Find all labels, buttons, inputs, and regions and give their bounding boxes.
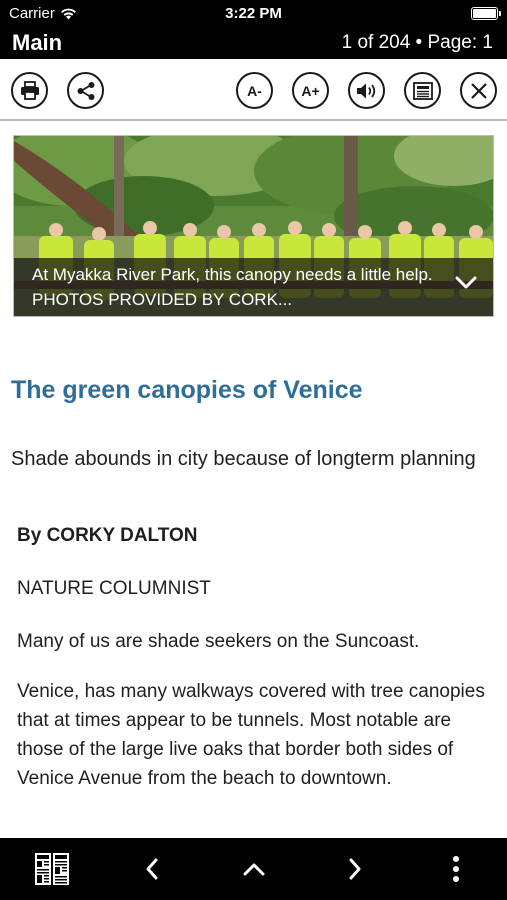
chevron-right-icon [349,858,361,880]
newspaper-pages-icon [35,853,69,885]
article-toolbar: A- A+ [0,59,507,121]
share-button[interactable] [67,72,104,109]
chevron-up-icon [243,863,265,876]
page-indicator: 1 of 204 • Page: 1 [341,32,493,53]
status-time: 3:22 PM [225,5,282,22]
article-subhead: Shade abounds in city because of longter… [11,448,476,470]
article-headline: The green canopies of Venice [11,376,363,404]
hero-photo[interactable]: At Myakka River Park, this canopy needs … [13,135,494,317]
nav-bar: Main 1 of 204 • Page: 1 [0,28,507,59]
share-icon [77,81,94,100]
speaker-icon [356,83,375,98]
bottom-navigation-bar [0,838,507,900]
chevron-left-icon [146,858,158,880]
chevron-down-icon[interactable] [455,276,477,290]
more-vertical-icon [453,856,459,882]
article-view-button[interactable] [404,72,441,109]
font-decrease-icon: A- [247,82,262,99]
article-byline: By CORKY DALTON [17,525,198,546]
pages-button[interactable] [33,851,71,887]
font-increase-icon: A+ [301,82,320,99]
close-icon [470,82,487,99]
caption-text: At Myakka River Park, this canopy needs … [32,265,433,309]
photo-caption[interactable]: At Myakka River Park, this canopy needs … [14,258,493,316]
article-paragraph: Venice, has many walkways covered with t… [17,681,485,789]
font-decrease-button[interactable]: A- [236,72,273,109]
font-increase-button[interactable]: A+ [292,72,329,109]
print-icon [20,81,39,100]
status-bar: Carrier 3:22 PM [0,0,507,28]
close-button[interactable] [460,72,497,109]
byline-title: NATURE COLUMNIST [17,578,211,599]
next-page-button[interactable] [343,851,367,887]
article-view-icon [412,81,433,100]
print-button[interactable] [11,72,48,109]
scroll-up-button[interactable] [241,851,267,887]
battery-full-icon [471,7,501,20]
more-options-button[interactable] [446,851,466,887]
article-paragraph: Many of us are shade seekers on the Sunc… [17,631,420,652]
previous-page-button[interactable] [140,851,164,887]
read-aloud-button[interactable] [348,72,385,109]
nav-title[interactable]: Main [12,30,62,56]
